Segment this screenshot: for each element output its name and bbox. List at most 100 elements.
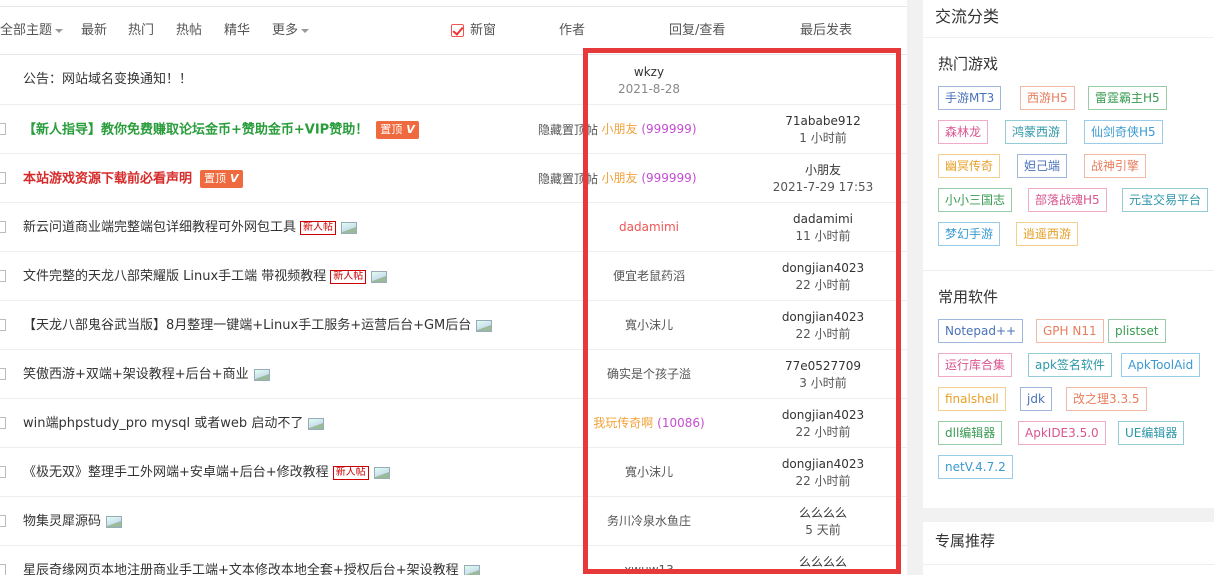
tag[interactable]: dll编辑器	[938, 421, 1003, 445]
last-post-time[interactable]: 11 小时前	[748, 228, 898, 245]
tag[interactable]: apk签名软件	[1028, 353, 1112, 377]
row-checkbox[interactable]	[0, 368, 6, 380]
table-row: 物集灵犀源码 务川冷泉水鱼庄 么么么么 5 天前	[0, 497, 907, 546]
tag[interactable]: 元宝交易平台	[1122, 188, 1209, 212]
thread-title[interactable]: 笑傲西游+双端+架设教程+后台+商业	[23, 366, 270, 383]
tag[interactable]: 妲己端	[1017, 154, 1068, 178]
last-post-user[interactable]: dongjian4023	[748, 456, 898, 473]
last-post-user[interactable]: 77e0527709	[748, 358, 898, 375]
tag[interactable]: Notepad++	[938, 319, 1024, 343]
thread-author[interactable]: 小朋友 (999999)	[586, 121, 712, 138]
last-post-user[interactable]: 71ababe912	[748, 113, 898, 130]
thread-author[interactable]: 便宜老鼠药滔	[586, 268, 712, 285]
last-post-time[interactable]: 3 小时前	[748, 375, 898, 392]
last-post-time[interactable]: 1 小时前	[748, 130, 898, 147]
hot-games-title: 热门游戏	[938, 55, 999, 73]
last-post-user[interactable]: 小朋友	[748, 162, 898, 179]
thread-title[interactable]: 【天龙八部鬼谷武当版】8月整理一键端+Linux手工服务+运营后台+GM后台	[23, 317, 493, 334]
thread-author[interactable]: 寬小沫儿	[586, 317, 712, 334]
tag[interactable]: ApkToolAid	[1121, 353, 1201, 377]
thread-author[interactable]: 我玩传奇啊 (10086)	[586, 415, 712, 432]
last-post-time[interactable]: 2021-7-29 17:53	[748, 179, 898, 196]
tag[interactable]: 运行库合集	[938, 353, 1013, 377]
table-row: 【新人指导】教你免费赚取论坛金币+赞助金币+VIP赞助！ 置顶 V 隐藏置顶帖 小朋…	[0, 105, 907, 154]
last-post: 小朋友 2021-7-29 17:53	[748, 162, 898, 196]
row-checkbox[interactable]	[0, 123, 6, 135]
row-checkbox[interactable]	[0, 270, 6, 282]
thread-author[interactable]: dadamimi	[586, 219, 712, 236]
filter-more[interactable]: 更多	[272, 23, 310, 39]
row-checkbox[interactable]	[0, 466, 6, 478]
thread-title[interactable]: 【新人指导】教你免费赚取论坛金币+赞助金币+VIP赞助！ 置顶 V	[23, 121, 419, 139]
tag[interactable]: finalshell	[938, 387, 1006, 411]
tag[interactable]: plistset	[1108, 319, 1166, 343]
thread-author[interactable]: 务川冷泉水鱼庄	[586, 513, 712, 530]
filter-all-topics[interactable]: 全部主题	[0, 23, 64, 39]
sticky-badge: 置顶 V	[200, 170, 243, 188]
filter-hot-posts[interactable]: 热帖	[176, 23, 202, 39]
tag[interactable]: 鸿蒙西游	[1005, 120, 1068, 144]
thread-title[interactable]: 新云问道商业端完整端包详细教程可外网包工具 新人帖	[23, 219, 358, 236]
notice-row: 公告：网站域名变换通知！！ wkzy 2021-8-28	[0, 56, 907, 105]
thread-title[interactable]: 文件完整的天龙八部荣耀版 Linux手工端 带视频教程 新人帖	[23, 268, 388, 285]
row-checkbox[interactable]	[0, 417, 6, 429]
thread-author[interactable]: 寬小沫儿	[586, 464, 712, 481]
last-post-time[interactable]: 22 小时前	[748, 326, 898, 343]
filter-latest[interactable]: 最新	[81, 23, 107, 39]
tag[interactable]: 仙剑奇侠H5	[1084, 120, 1163, 144]
last-post-user[interactable]: dongjian4023	[748, 309, 898, 326]
image-icon	[373, 466, 390, 479]
last-post-user[interactable]: 么么么么	[748, 554, 898, 571]
last-post-time[interactable]: 22 小时前	[748, 473, 898, 490]
last-post: 么么么么	[748, 554, 898, 571]
row-checkbox[interactable]	[0, 221, 6, 233]
filter-featured[interactable]: 精华	[224, 23, 250, 39]
notice-author-name[interactable]: wkzy	[586, 64, 712, 81]
tag[interactable]: 幽冥传奇	[938, 154, 1001, 178]
tag[interactable]: ApkIDE3.5.0	[1018, 421, 1106, 445]
tag[interactable]: UE编辑器	[1118, 421, 1185, 445]
last-post-user[interactable]: dadamimi	[748, 211, 898, 228]
last-post-user[interactable]: dongjian4023	[748, 407, 898, 424]
recommend-title: 专属推荐	[935, 532, 996, 550]
tag[interactable]: 手游MT3	[938, 86, 1002, 110]
notice-title[interactable]: 公告：网站域名变换通知！！	[23, 71, 192, 88]
tag[interactable]: GPH N11	[1036, 319, 1104, 343]
tag[interactable]: 森林龙	[938, 120, 989, 144]
thread-author[interactable]: xwuw13	[586, 562, 712, 575]
col-author: 作者	[559, 23, 586, 38]
filter-hot[interactable]: 热门	[128, 23, 154, 39]
last-post-user[interactable]: 么么么么	[748, 505, 898, 522]
thread-title[interactable]: win端phpstudy_pro mysql 或者web 启动不了	[23, 415, 325, 432]
tag[interactable]: 西游H5	[1020, 86, 1075, 110]
thread-title[interactable]: 星辰奇缘网页本地注册商业手工端+文本修改本地全套+授权后台+架设教程	[23, 562, 480, 575]
thread-title[interactable]: 本站游戏资源下载前必看声明 置顶 V	[23, 170, 243, 188]
thread-title[interactable]: 《极无双》整理手工外网端+安卓端+后台+修改教程 新人帖	[23, 464, 390, 481]
new-user-badge: 新人帖	[300, 220, 337, 235]
thread-author[interactable]: 小朋友 (999999)	[586, 170, 712, 187]
last-post-time[interactable]: 5 天前	[748, 522, 898, 539]
tag[interactable]: 梦幻手游	[938, 222, 1001, 246]
tag[interactable]: jdk	[1020, 387, 1052, 411]
new-user-badge: 新人帖	[332, 465, 369, 480]
last-post: dongjian4023 22 小时前	[748, 407, 898, 441]
row-checkbox[interactable]	[0, 564, 6, 575]
tag[interactable]: 小小三国志	[938, 188, 1013, 212]
last-post-user[interactable]: dongjian4023	[748, 260, 898, 277]
tag[interactable]: netV.4.7.2	[938, 455, 1013, 479]
tag[interactable]: 战神引擎	[1084, 154, 1147, 178]
image-icon	[308, 417, 325, 430]
tag[interactable]: 部落战魂H5	[1028, 188, 1107, 212]
thread-author[interactable]: 确实是个孩子溢	[586, 366, 712, 383]
new-window-checkbox[interactable]	[451, 24, 464, 37]
last-post-time[interactable]: 22 小时前	[748, 424, 898, 441]
last-post: dongjian4023 22 小时前	[748, 309, 898, 343]
tag[interactable]: 雷霆霸主H5	[1088, 86, 1167, 110]
row-checkbox[interactable]	[0, 515, 6, 527]
row-checkbox[interactable]	[0, 172, 6, 184]
tag[interactable]: 改之理3.3.5	[1066, 387, 1147, 411]
row-checkbox[interactable]	[0, 319, 6, 331]
thread-title[interactable]: 物集灵犀源码	[23, 513, 123, 530]
last-post-time[interactable]: 22 小时前	[748, 277, 898, 294]
tag[interactable]: 逍遥西游	[1016, 222, 1079, 246]
